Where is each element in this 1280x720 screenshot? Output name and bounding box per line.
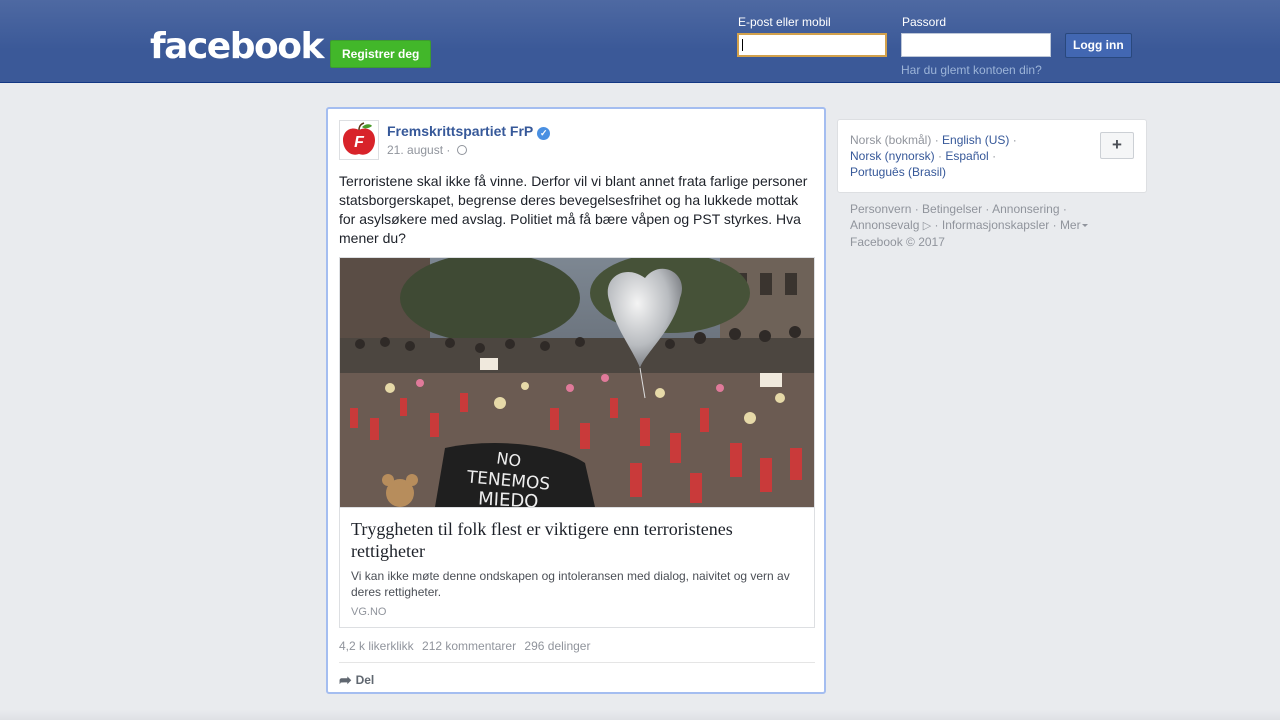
signup-button[interactable]: Registrer deg: [330, 40, 432, 68]
footer-cookies[interactable]: Informasjonskapsler: [942, 218, 1049, 232]
footer-adchoices[interactable]: Annonsevalg: [850, 218, 919, 232]
language-option-english[interactable]: English (US): [942, 133, 1009, 147]
share-arrow-icon: ➦: [339, 672, 352, 689]
language-option-nynorsk[interactable]: Norsk (nynorsk): [850, 149, 935, 163]
facebook-logo[interactable]: facebook: [150, 26, 324, 68]
footer-more[interactable]: Mer: [1060, 218, 1081, 232]
language-option-espanol[interactable]: Español: [945, 149, 988, 163]
comments-count[interactable]: 212 kommentarer: [422, 639, 516, 653]
link-preview-image[interactable]: NO TENEMOS MIEDO: [340, 258, 814, 507]
footer-links: Personvern · Betingelser · Annonsering ·…: [850, 201, 1140, 250]
language-line-1: Norsk (bokmål) · English (US) ·: [850, 133, 1017, 147]
caret-down-icon: [1081, 224, 1088, 227]
current-language: Norsk (bokmål): [850, 133, 932, 147]
post-stats: 4,2 k likerklikk 212 kommentarer 296 del…: [339, 639, 595, 653]
copyright: Facebook © 2017: [850, 235, 945, 249]
post-date-text[interactable]: 21. august ·: [387, 143, 450, 157]
post-text: Terroristene skal ikke få vinne. Derfor …: [339, 173, 808, 246]
forgot-account-link[interactable]: Har du glemt kontoen din?: [901, 63, 1042, 77]
footer-advertising[interactable]: Annonsering: [992, 202, 1059, 216]
share-button[interactable]: ➦ Del: [339, 671, 374, 689]
more-languages-button[interactable]: +: [1100, 132, 1134, 159]
page-name-text[interactable]: Fremskrittspartiet FrP: [387, 123, 533, 139]
password-field[interactable]: [901, 33, 1051, 57]
language-option-portugues[interactable]: Português (Brasil): [850, 165, 946, 179]
verified-badge-icon: ✓: [537, 127, 551, 140]
login-button[interactable]: Logg inn: [1065, 33, 1132, 58]
link-preview[interactable]: NO TENEMOS MIEDO Tryggheten til folk fle…: [339, 257, 815, 628]
globe-icon: [456, 145, 467, 155]
link-preview-body[interactable]: Tryggheten til folk flest er viktigere e…: [340, 507, 814, 627]
password-label: Passord: [902, 15, 947, 29]
language-line-3: Português (Brasil): [850, 164, 1134, 180]
post-divider: [339, 662, 815, 663]
top-bar: facebook Registrer deg E-post eller mobi…: [0, 0, 1280, 83]
likes-count[interactable]: 4,2 k likerklikk: [339, 639, 414, 653]
frp-apple-logo: F: [340, 121, 378, 159]
sign-text-miedo: MIEDO: [478, 488, 539, 507]
adchoices-icon: ▷: [922, 220, 932, 232]
link-title[interactable]: Tryggheten til folk flest er viktigere e…: [351, 518, 803, 562]
link-domain: VG.NO: [351, 606, 387, 618]
svg-text:F: F: [354, 134, 365, 151]
post-timestamp: 21. august ·: [387, 143, 467, 157]
sign-text-no: NO: [495, 448, 522, 470]
page-avatar[interactable]: F: [339, 120, 379, 160]
bottom-shade: [0, 710, 1280, 720]
email-field[interactable]: [737, 33, 887, 57]
text-cursor: [742, 39, 743, 51]
link-description: Vi kan ikke møte denne ondskapen og into…: [351, 569, 790, 599]
post-card: F Fremskrittspartiet FrP ✓ 21. august · T…: [326, 107, 826, 694]
email-label: E-post eller mobil: [738, 15, 831, 29]
share-label: Del: [355, 673, 375, 687]
language-selector: Norsk (bokmål) · English (US) · Norsk (n…: [837, 119, 1147, 193]
language-line-2: Norsk (nynorsk) · Español ·: [850, 149, 997, 163]
footer-privacy[interactable]: Personvern: [850, 202, 911, 216]
footer-terms[interactable]: Betingelser: [922, 202, 982, 216]
page-name[interactable]: Fremskrittspartiet FrP ✓: [387, 123, 551, 140]
memorial-photo: NO TENEMOS MIEDO: [340, 258, 814, 507]
shares-count[interactable]: 296 delinger: [524, 639, 590, 653]
